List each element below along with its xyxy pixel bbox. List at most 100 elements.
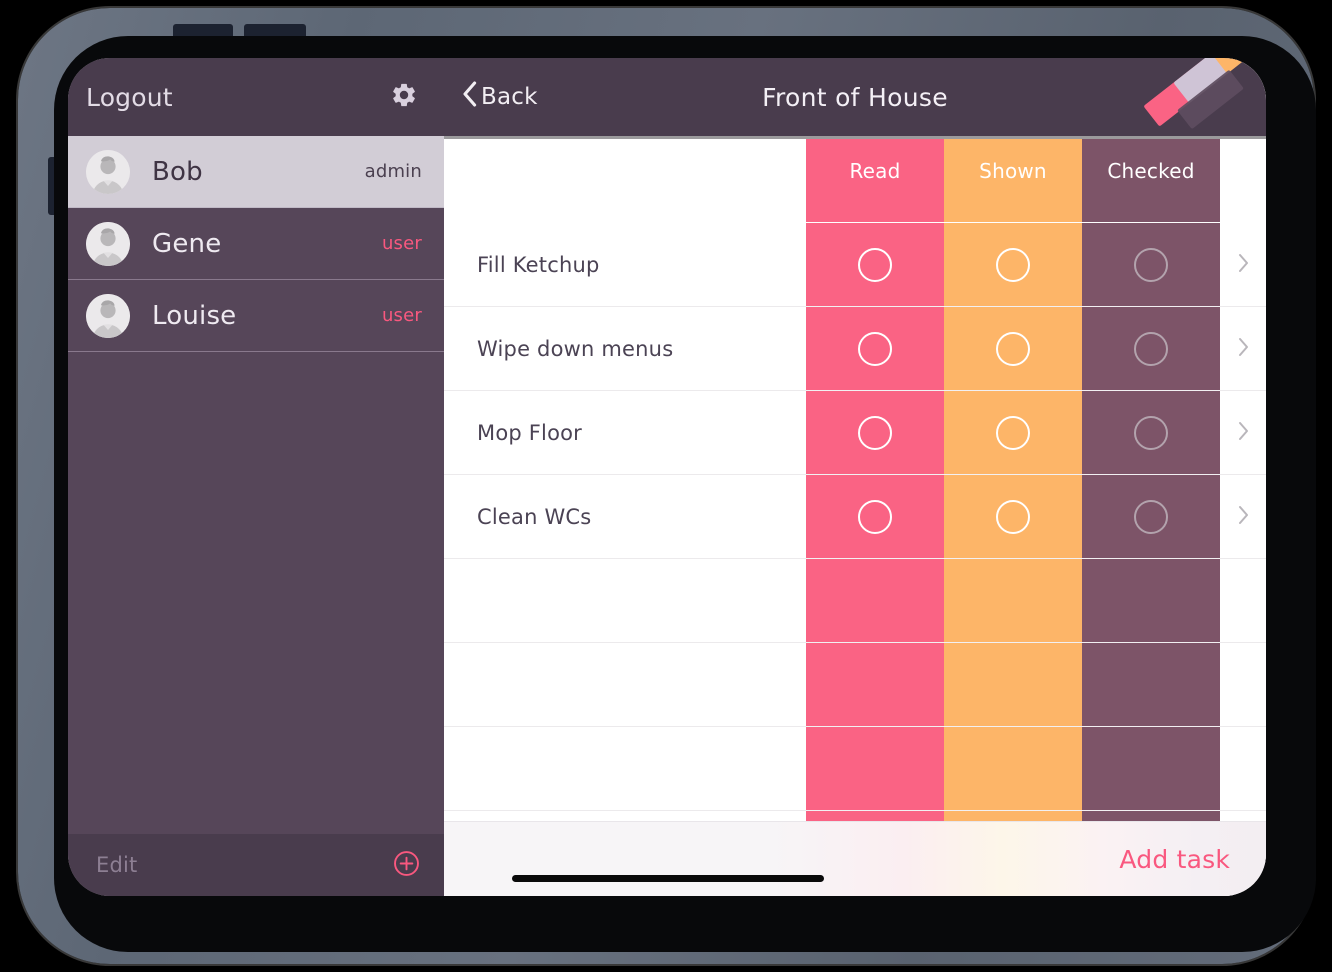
user-name: Bob: [152, 156, 203, 187]
user-row-bob[interactable]: Bob admin: [68, 136, 444, 208]
task-name: Clean WCs: [477, 504, 592, 529]
radio-unchecked-icon[interactable]: [1134, 499, 1168, 534]
cell-shown[interactable]: [944, 643, 1082, 727]
chevron-right-icon: [1238, 253, 1249, 277]
home-indicator[interactable]: [512, 875, 824, 882]
plus-circle-icon[interactable]: [393, 850, 420, 881]
cell-read[interactable]: [806, 391, 944, 475]
cell-shown[interactable]: [944, 559, 1082, 643]
task-name: Fill Ketchup: [477, 252, 600, 277]
cell-read[interactable]: [806, 643, 944, 727]
cell-checked[interactable]: [1082, 727, 1220, 811]
table-row-empty[interactable]: [444, 559, 1266, 643]
chevron-right-icon: [1238, 421, 1249, 445]
cell-shown[interactable]: [944, 223, 1082, 307]
cell-checked[interactable]: [1082, 811, 1220, 821]
chevron-right-icon: [1238, 337, 1249, 361]
user-name: Louise: [152, 300, 237, 331]
task-table-body: Read Shown Checked Fill Ketchup Wipe dow…: [444, 139, 1266, 821]
task-name: [444, 559, 806, 642]
back-button[interactable]: Back: [462, 81, 538, 113]
cell-read[interactable]: [806, 223, 944, 307]
main-panel: Back Front of House Read Shown Checked F…: [444, 58, 1266, 896]
cell-checked[interactable]: [1082, 643, 1220, 727]
radio-unchecked-icon[interactable]: [1134, 247, 1168, 282]
task-name: Mop Floor: [477, 420, 583, 445]
table-row[interactable]: Mop Floor: [444, 391, 1266, 475]
task-name: [444, 811, 806, 821]
column-header-read: Read: [806, 139, 944, 222]
cell-shown[interactable]: [944, 391, 1082, 475]
radio-unchecked-icon[interactable]: [1134, 415, 1168, 450]
row-disclosure[interactable]: [1220, 223, 1266, 306]
add-task-button[interactable]: Add task: [1119, 845, 1230, 874]
cell-shown[interactable]: [944, 475, 1082, 559]
cell-shown[interactable]: [944, 727, 1082, 811]
radio-unchecked-icon[interactable]: [996, 499, 1030, 534]
radio-unchecked-icon[interactable]: [858, 247, 892, 282]
sidebar-footer: Edit: [68, 834, 444, 896]
cell-checked[interactable]: [1082, 391, 1220, 475]
cell-read[interactable]: [806, 811, 944, 821]
row-disclosure[interactable]: [1220, 475, 1266, 558]
gear-icon[interactable]: [390, 81, 418, 113]
person-avatar-icon: [86, 149, 130, 194]
cell-checked[interactable]: [1082, 307, 1220, 391]
user-list: Bob admin Gene user Louise user: [68, 136, 444, 834]
task-name: [444, 643, 806, 726]
main-header: Back Front of House: [444, 58, 1266, 136]
row-disclosure[interactable]: [1220, 307, 1266, 390]
row-disclosure: [1220, 643, 1266, 726]
row-disclosure: [1220, 811, 1266, 821]
table-row[interactable]: Fill Ketchup: [444, 223, 1266, 307]
user-name: Gene: [152, 228, 222, 259]
table-header-row: Read Shown Checked: [444, 139, 1266, 223]
chevron-right-icon: [1238, 505, 1249, 529]
radio-unchecked-icon[interactable]: [858, 499, 892, 534]
user-row-louise[interactable]: Louise user: [68, 280, 444, 352]
user-role-badge: admin: [364, 161, 422, 182]
task-name: Wipe down menus: [477, 336, 674, 361]
table-row[interactable]: Wipe down menus: [444, 307, 1266, 391]
column-header-shown: Shown: [944, 139, 1082, 222]
sidebar: Logout Bob admin Gene user Louise user E…: [68, 58, 444, 896]
cell-read[interactable]: [806, 727, 944, 811]
user-row-gene[interactable]: Gene user: [68, 208, 444, 280]
app-screen: Logout Bob admin Gene user Louise user E…: [68, 58, 1266, 896]
tablet-scene: Logout Bob admin Gene user Louise user E…: [0, 0, 1332, 972]
edit-button[interactable]: Edit: [96, 853, 137, 877]
radio-unchecked-icon[interactable]: [996, 247, 1030, 282]
logout-button[interactable]: Logout: [86, 83, 173, 112]
cell-checked[interactable]: [1082, 223, 1220, 307]
row-disclosure: [1220, 559, 1266, 642]
radio-unchecked-icon[interactable]: [1134, 331, 1168, 366]
bottom-toolbar: Add task: [444, 821, 1266, 896]
radio-unchecked-icon[interactable]: [858, 331, 892, 366]
column-header-checked: Checked: [1082, 139, 1220, 222]
cell-read[interactable]: [806, 307, 944, 391]
cell-shown[interactable]: [944, 307, 1082, 391]
user-role-badge: user: [381, 233, 422, 254]
sidebar-header: Logout: [68, 58, 444, 136]
brand-parallelogram-logo: [1136, 58, 1266, 146]
table-row[interactable]: Clean WCs: [444, 475, 1266, 559]
table-row-empty[interactable]: [444, 811, 1266, 821]
radio-unchecked-icon[interactable]: [996, 331, 1030, 366]
table-row-empty[interactable]: [444, 643, 1266, 727]
table-row-empty[interactable]: [444, 727, 1266, 811]
task-name: [444, 727, 806, 810]
cell-checked[interactable]: [1082, 475, 1220, 559]
row-disclosure[interactable]: [1220, 391, 1266, 474]
cell-read[interactable]: [806, 475, 944, 559]
radio-unchecked-icon[interactable]: [996, 415, 1030, 450]
radio-unchecked-icon[interactable]: [858, 415, 892, 450]
table-header-task-cell: [444, 139, 806, 222]
cell-checked[interactable]: [1082, 559, 1220, 643]
chevron-left-icon: [462, 81, 477, 113]
task-table: Read Shown Checked Fill Ketchup Wipe dow…: [444, 136, 1266, 821]
row-disclosure: [1220, 727, 1266, 810]
cell-read[interactable]: [806, 559, 944, 643]
cell-shown[interactable]: [944, 811, 1082, 821]
user-role-badge: user: [381, 305, 422, 326]
person-avatar-icon: [86, 293, 130, 338]
